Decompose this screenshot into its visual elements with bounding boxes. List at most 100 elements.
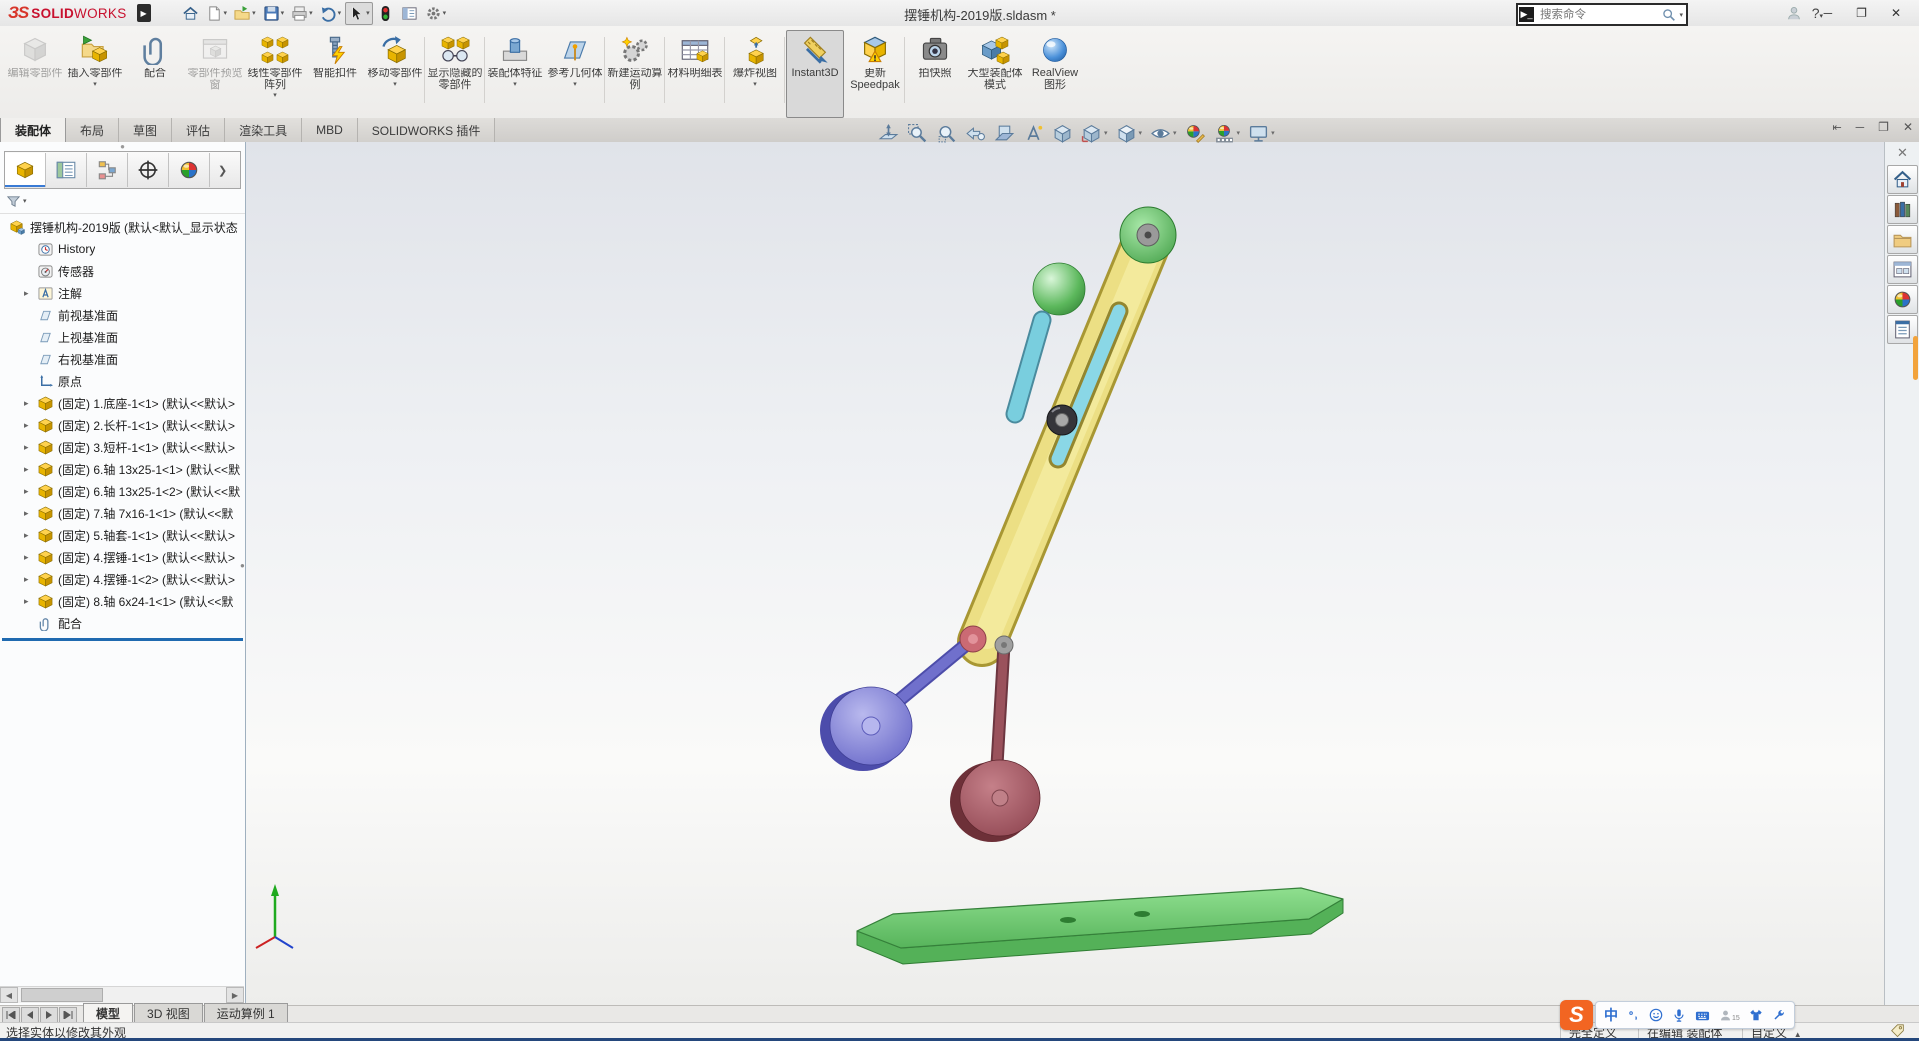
tab-SOLIDWORKS 插件[interactable]: SOLIDWORKS 插件 — [357, 118, 496, 142]
dropdown-arrow-icon[interactable]: ▾ — [1271, 129, 1275, 137]
motion-study-button[interactable]: 新建运动算例 — [606, 30, 665, 118]
close-button[interactable]: ✕ — [1887, 6, 1905, 20]
ime-microphone-icon[interactable] — [1672, 1008, 1686, 1022]
search-dropdown-icon[interactable]: ▾ — [1679, 11, 1683, 19]
view-settings-button[interactable]: ▾ — [1248, 123, 1275, 144]
ime-emoji-icon[interactable] — [1649, 1008, 1663, 1022]
model-part-pendulum-maroon[interactable] — [950, 759, 1041, 842]
tree-filter-row[interactable]: ▾ — [0, 189, 245, 214]
ime-account-icon[interactable]: 15 — [1719, 1009, 1740, 1022]
settings-gear-button[interactable]: ▾ — [422, 2, 450, 25]
traffic-light-button[interactable] — [374, 2, 397, 25]
mate-button[interactable]: 配合 — [126, 30, 184, 118]
minimize-button[interactable]: ─ — [1820, 6, 1837, 20]
assembly-features-button[interactable]: 装配体特征 ▾ — [486, 30, 544, 118]
snapshot-button[interactable]: 拍快照 — [906, 30, 964, 118]
apply-scene-button[interactable]: ▾ — [1214, 123, 1240, 144]
document-list-button[interactable] — [398, 2, 421, 25]
realview-button[interactable]: RealView图形 — [1026, 30, 1084, 118]
show-hidden-button[interactable]: 显示隐藏的零部件 — [426, 30, 485, 118]
model-part-pendulum-purple[interactable] — [820, 686, 913, 771]
assembly-model[interactable] — [245, 142, 1919, 1005]
insert-component-button[interactable]: 插入零部件 ▾ — [66, 30, 124, 118]
tree-item[interactable]: ▸ (固定) 4.摆锤-1<2> (默认<<默认> — [0, 568, 245, 590]
ime-logo[interactable]: S — [1560, 1000, 1593, 1030]
filter-dropdown-icon[interactable]: ▾ — [23, 197, 27, 205]
dropdown-arrow-icon[interactable]: ▾ — [338, 9, 342, 17]
previous-view-button[interactable] — [965, 123, 986, 144]
annotation-view-button[interactable] — [1023, 123, 1044, 144]
panel-expand-icon[interactable]: ❯ — [218, 164, 227, 177]
doc-restore-button[interactable]: ❐ — [1878, 120, 1889, 134]
panel-splitter-handle[interactable]: ● — [0, 142, 245, 151]
expand-arrow-icon[interactable]: ▸ — [24, 288, 38, 299]
expand-arrow-icon[interactable]: ▸ — [24, 552, 38, 563]
ime-keyboard-icon[interactable] — [1695, 1008, 1710, 1023]
search-magnifier-icon[interactable] — [1661, 7, 1676, 22]
edit-appearance-button[interactable] — [1185, 123, 1206, 144]
tree-item[interactable]: ▸ (固定) 3.短杆-1<1> (默认<<默认> — [0, 436, 245, 458]
tree-item[interactable]: 传感器 — [0, 260, 245, 282]
model-part-ball[interactable] — [1032, 262, 1086, 316]
open-document-button[interactable]: ▾ — [231, 2, 259, 25]
filter-icon[interactable] — [6, 194, 21, 209]
tab-MBD[interactable]: MBD — [302, 118, 358, 142]
speedpak-button[interactable]: 更新Speedpak — [846, 30, 905, 118]
tree-item[interactable]: ▸ (固定) 7.轴 7x16-1<1> (默认<<默 — [0, 502, 245, 524]
expand-arrow-icon[interactable]: ▸ — [24, 398, 38, 409]
tree-item[interactable]: ▸ (固定) 6.轴 13x25-1<2> (默认<<默 — [0, 480, 245, 502]
expand-arrow-icon[interactable]: ▸ — [24, 574, 38, 585]
panel-tab-featuremanager-tree[interactable] — [5, 153, 46, 187]
scroll-right-icon[interactable]: ▶ — [226, 987, 244, 1003]
last-tab-icon[interactable] — [59, 1007, 77, 1023]
expand-arrow-icon[interactable]: ▸ — [24, 464, 38, 475]
expand-arrow-icon[interactable]: ▸ — [24, 442, 38, 453]
ime-punctuation-icon[interactable] — [1627, 1009, 1640, 1022]
panel-tab-displaymanager[interactable] — [169, 153, 210, 187]
panel-tab-propertymanager[interactable] — [46, 153, 87, 187]
ime-skin-icon[interactable] — [1749, 1008, 1763, 1022]
tree-item[interactable]: ▸ (固定) 5.轴套-1<1> (默认<<默认> — [0, 524, 245, 546]
tag-icon[interactable] — [1890, 1024, 1905, 1039]
task-pane-close-icon[interactable]: ✕ — [1885, 142, 1919, 164]
print-button[interactable]: ▾ — [288, 2, 316, 25]
appearances-button[interactable] — [1887, 285, 1918, 314]
next-tab-icon[interactable] — [40, 1007, 58, 1023]
model-part-slider-hub[interactable] — [1046, 404, 1078, 436]
magnifier-button[interactable] — [936, 123, 957, 144]
tree-item[interactable]: 右视基准面 — [0, 348, 245, 370]
dropdown-arrow-icon[interactable]: ▾ — [273, 92, 277, 99]
tab-评估[interactable]: 评估 — [172, 118, 226, 142]
tree-item[interactable]: ▸ (固定) 2.长杆-1<1> (默认<<默认> — [0, 414, 245, 436]
rollback-bar[interactable] — [2, 638, 243, 641]
home-button[interactable] — [179, 2, 202, 25]
doc-tab-模型[interactable]: 模型 — [83, 1003, 134, 1023]
zoom-fit-button[interactable] — [878, 123, 899, 144]
tree-item[interactable]: 前视基准面 — [0, 304, 245, 326]
save-button[interactable]: ▾ — [260, 2, 288, 25]
exploded-view-button[interactable]: 爆炸视图 ▾ — [726, 30, 785, 118]
ime-language-button[interactable]: 中 — [1604, 1005, 1618, 1025]
tab-草图[interactable]: 草图 — [119, 118, 173, 142]
logo-flyout-button[interactable]: ▶ — [136, 4, 151, 22]
dropdown-arrow-icon[interactable]: ▾ — [281, 9, 285, 17]
search-commands-box[interactable]: ▶_ ▾ — [1516, 3, 1688, 26]
dropdown-arrow-icon[interactable]: ▾ — [1173, 129, 1177, 137]
display-style-button[interactable]: ▾ — [1116, 123, 1142, 144]
tree-item[interactable]: ▸ (固定) 4.摆锤-1<1> (默认<<默认> — [0, 546, 245, 568]
view-palette-button[interactable] — [1887, 255, 1918, 284]
isometric-button[interactable] — [1052, 123, 1073, 144]
model-part-top-hub[interactable] — [1119, 206, 1177, 264]
scrollbar-thumb[interactable] — [21, 988, 103, 1002]
tree-item[interactable]: 上视基准面 — [0, 326, 245, 348]
user-account-icon[interactable] — [1786, 5, 1802, 21]
panel-horizontal-scrollbar[interactable]: ◀ ▶ — [0, 986, 244, 1003]
file-explorer-button[interactable] — [1887, 225, 1918, 254]
dropdown-arrow-icon[interactable]: ▾ — [252, 9, 256, 17]
section-view-button[interactable] — [994, 123, 1015, 144]
dropdown-arrow-icon[interactable]: ▾ — [513, 81, 517, 88]
restore-button[interactable]: ❐ — [1852, 6, 1871, 20]
select-cursor-button[interactable]: ▾ — [345, 1, 373, 25]
undo-button[interactable]: ▾ — [317, 2, 345, 25]
dropdown-arrow-icon[interactable]: ▾ — [366, 9, 370, 17]
